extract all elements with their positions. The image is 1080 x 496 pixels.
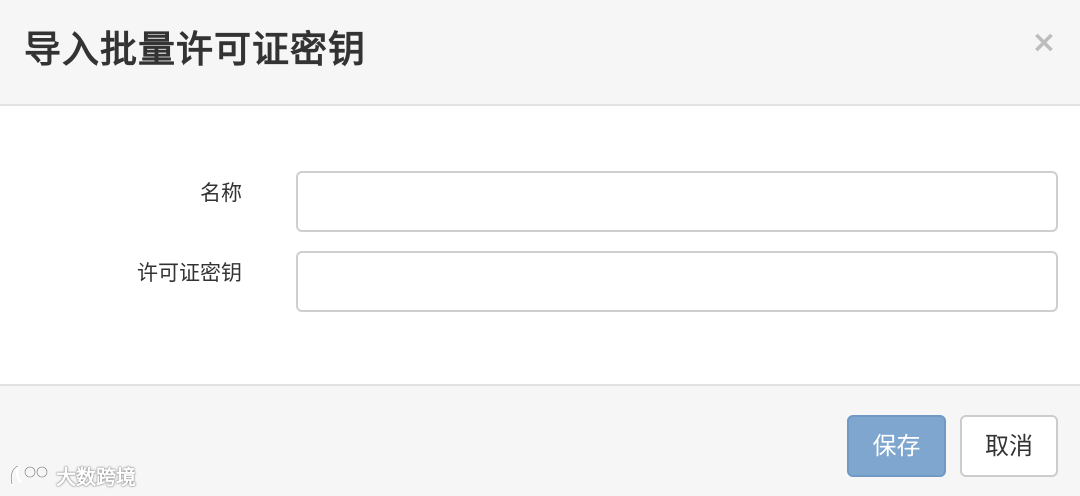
brand-logo-icon xyxy=(8,462,52,488)
cancel-button[interactable]: 取消 xyxy=(960,415,1058,477)
save-button[interactable]: 保存 xyxy=(847,415,946,477)
license-key-label: 许可证密钥 xyxy=(137,261,242,285)
dialog-header: 导入批量许可证密钥 × xyxy=(0,0,1080,106)
license-key-input[interactable] xyxy=(296,251,1058,312)
dialog-body: 名称 许可证密钥 xyxy=(0,106,1080,384)
watermark-text: 大数跨境 xyxy=(56,464,136,489)
dialog-footer: 保存 取消 xyxy=(0,384,1080,496)
name-input[interactable] xyxy=(296,171,1058,232)
name-label: 名称 xyxy=(200,181,242,205)
form-row-license-key: 许可证密钥 xyxy=(0,251,1080,313)
import-license-key-dialog: 导入批量许可证密钥 × 名称 许可证密钥 保存 取消 大数跨境 xyxy=(0,0,1080,496)
watermark: 大数跨境 xyxy=(8,458,136,492)
close-button[interactable]: × xyxy=(1030,26,1058,60)
dialog-title: 导入批量许可证密钥 xyxy=(24,28,366,71)
form-row-name: 名称 xyxy=(0,171,1080,233)
